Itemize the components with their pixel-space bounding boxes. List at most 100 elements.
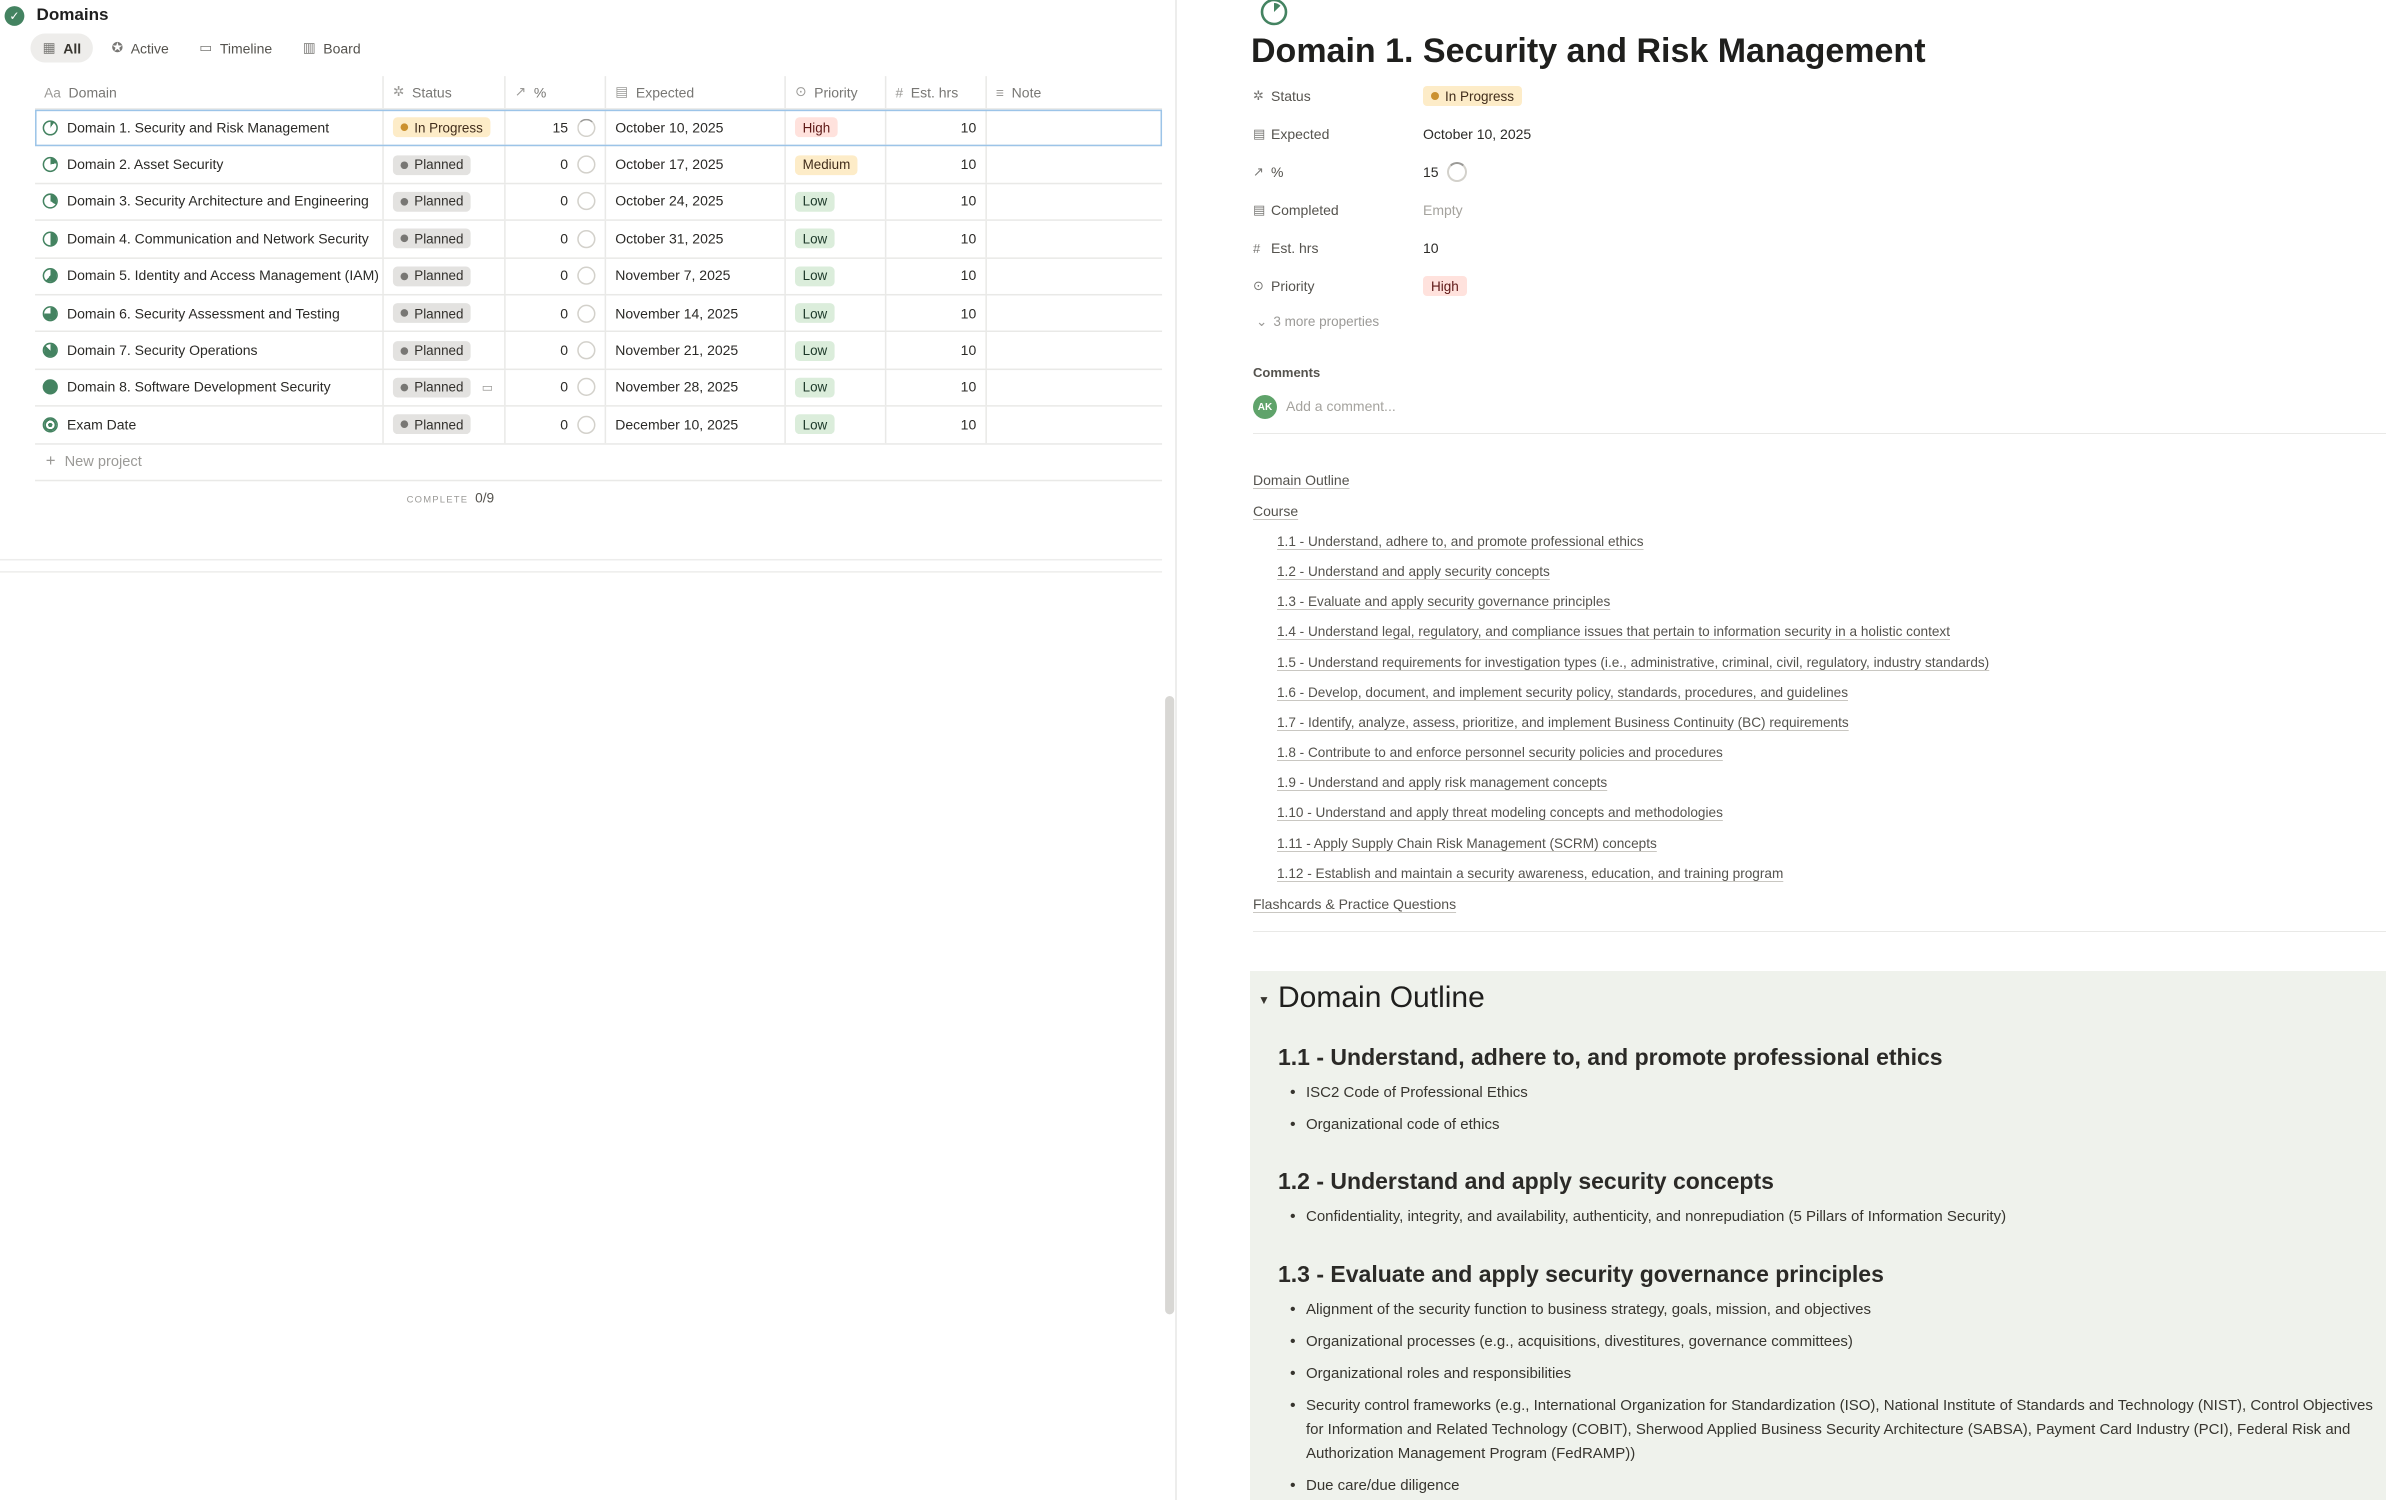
toc-link[interactable]: 1.11 - Apply Supply Chain Risk Managemen…: [1277, 836, 1657, 851]
property-label[interactable]: ⊙ Priority: [1253, 278, 1423, 294]
property-value[interactable]: In Progress: [1423, 86, 1523, 106]
progress-pie-icon[interactable]: [1259, 0, 1289, 26]
property-label[interactable]: ↗%: [1253, 164, 1423, 180]
priority-badge[interactable]: Low: [795, 266, 835, 286]
toc-link[interactable]: 1.7 - Identify, analyze, assess, priorit…: [1277, 715, 1849, 730]
expected-cell[interactable]: October 24, 2025: [606, 183, 786, 220]
priority-badge[interactable]: High: [795, 117, 838, 138]
note-cell[interactable]: [987, 184, 1162, 220]
note-cell[interactable]: [987, 333, 1162, 369]
more-properties-toggle[interactable]: ⌄ 3 more properties: [1256, 314, 1379, 330]
toc-link-flashcards[interactable]: Flashcards & Practice Questions: [1253, 896, 1456, 912]
status-badge[interactable]: Planned: [392, 340, 472, 361]
toc-link[interactable]: 1.5 - Understand requirements for invest…: [1277, 655, 1989, 670]
est-hrs-cell[interactable]: 10: [886, 221, 987, 257]
priority-badge[interactable]: Low: [795, 191, 835, 212]
est-hrs-cell[interactable]: 10: [886, 258, 987, 294]
property-label[interactable]: ▤ Completed: [1253, 202, 1423, 218]
domain-name[interactable]: Domain 8. Software Development Security: [67, 380, 331, 395]
column-header-domain[interactable]: Aa Domain: [35, 76, 384, 109]
est-hrs-cell[interactable]: 10: [886, 146, 987, 183]
status-badge[interactable]: Planned: [392, 191, 472, 212]
domain-name[interactable]: Domain 2. Asset Security: [67, 157, 223, 172]
est-hrs-cell[interactable]: 10: [886, 332, 987, 369]
note-cell[interactable]: [987, 110, 1162, 146]
table-row[interactable]: Domain 3. Security Architecture and Engi…: [35, 183, 1163, 222]
property-value[interactable]: October 10, 2025: [1423, 126, 1531, 142]
status-badge[interactable]: Planned: [392, 266, 472, 286]
expected-cell[interactable]: November 14, 2025: [606, 295, 786, 332]
note-cell[interactable]: [987, 258, 1162, 294]
property-value[interactable]: 15: [1423, 162, 1467, 182]
expected-cell[interactable]: October 31, 2025: [606, 221, 786, 257]
outline-heading[interactable]: Domain Outline: [1278, 981, 1485, 1015]
toc-link[interactable]: 1.2 - Understand and apply security conc…: [1277, 564, 1550, 579]
view-tab-board[interactable]: ▥ Board: [291, 34, 373, 63]
toc-link[interactable]: 1.4 - Understand legal, regulatory, and …: [1277, 624, 1950, 639]
priority-badge[interactable]: Low: [795, 414, 835, 435]
property-label[interactable]: # Est. hrs: [1253, 240, 1423, 256]
column-header-status[interactable]: ✲ Status: [384, 76, 506, 109]
table-row[interactable]: Domain 2. Asset Security Planned 0 Octob…: [35, 146, 1163, 184]
comment-input[interactable]: Add a comment...: [1286, 398, 1396, 414]
column-header-expected[interactable]: ▤ Expected: [606, 76, 786, 109]
scrollbar[interactable]: [1165, 696, 1175, 1315]
toggle-triangle-icon[interactable]: ▼: [1258, 993, 1270, 1007]
status-badge[interactable]: Planned: [392, 414, 472, 435]
expected-cell[interactable]: October 10, 2025: [606, 109, 786, 146]
note-cell[interactable]: [987, 407, 1162, 443]
priority-badge[interactable]: Low: [795, 377, 835, 398]
priority-badge[interactable]: Medium: [795, 154, 858, 175]
table-row[interactable]: Domain 8. Software Development Security …: [35, 369, 1163, 407]
status-badge[interactable]: Planned: [392, 303, 472, 324]
toc-link[interactable]: 1.1 - Understand, adhere to, and promote…: [1277, 534, 1644, 549]
priority-badge[interactable]: Low: [795, 228, 835, 249]
view-tab-active[interactable]: ✪ Active: [99, 34, 181, 63]
note-cell[interactable]: [987, 221, 1162, 257]
column-header-percent[interactable]: ↗%: [506, 76, 607, 109]
est-hrs-cell[interactable]: 10: [886, 406, 987, 443]
table-row[interactable]: Domain 4. Communication and Network Secu…: [35, 221, 1163, 259]
table-row[interactable]: Exam Date Planned 0 December 10, 2025 Lo…: [35, 406, 1163, 444]
est-hrs-cell[interactable]: 10: [886, 369, 987, 406]
page-title[interactable]: Domain 1. Security and Risk Management: [1251, 32, 1926, 71]
property-label[interactable]: ✲ Status: [1253, 88, 1423, 104]
toc-link[interactable]: 1.6 - Develop, document, and implement s…: [1277, 685, 1848, 700]
table-summary[interactable]: COMPLETE 0/9: [407, 490, 495, 505]
property-label[interactable]: ▤ Expected: [1253, 126, 1423, 142]
domain-name[interactable]: Domain 5. Identity and Access Management…: [67, 268, 379, 283]
column-header-note[interactable]: ≡ Note: [987, 76, 1162, 108]
expected-cell[interactable]: November 21, 2025: [606, 332, 786, 369]
toc-link[interactable]: 1.9 - Understand and apply risk manageme…: [1277, 775, 1607, 790]
expected-cell[interactable]: October 17, 2025: [606, 146, 786, 183]
expected-cell[interactable]: December 10, 2025: [606, 406, 786, 443]
toc-link[interactable]: 1.10 - Understand and apply threat model…: [1277, 805, 1723, 820]
priority-badge[interactable]: Low: [795, 303, 835, 324]
toc-link[interactable]: 1.3 - Evaluate and apply security govern…: [1277, 594, 1610, 609]
note-cell[interactable]: [987, 147, 1162, 183]
expected-cell[interactable]: November 28, 2025: [606, 369, 786, 406]
status-badge[interactable]: Planned: [392, 228, 472, 249]
domain-name[interactable]: Exam Date: [67, 417, 136, 432]
column-header-priority[interactable]: ⊙ Priority: [786, 76, 887, 109]
est-hrs-cell[interactable]: 10: [886, 109, 987, 146]
domain-name[interactable]: Domain 7. Security Operations: [67, 343, 258, 358]
property-value[interactable]: High: [1423, 276, 1467, 296]
domain-name[interactable]: Domain 6. Security Assessment and Testin…: [67, 306, 340, 321]
view-tab-timeline[interactable]: ▭ Timeline: [187, 34, 284, 63]
note-cell[interactable]: [987, 370, 1162, 406]
priority-badge[interactable]: Low: [795, 340, 835, 361]
priority-badge[interactable]: High: [1423, 276, 1467, 296]
toc-link[interactable]: 1.8 - Contribute to and enforce personne…: [1277, 745, 1723, 760]
table-row[interactable]: Domain 7. Security Operations Planned 0 …: [35, 332, 1163, 370]
property-value[interactable]: Empty: [1423, 202, 1463, 218]
toc-link-course[interactable]: Course: [1253, 503, 1298, 519]
toc-link[interactable]: 1.12 - Establish and maintain a security…: [1277, 866, 1783, 881]
status-badge[interactable]: In Progress: [392, 117, 491, 138]
property-value[interactable]: 10: [1423, 240, 1439, 256]
est-hrs-cell[interactable]: 10: [886, 295, 987, 332]
comment-icon[interactable]: ▭: [482, 381, 494, 395]
status-badge[interactable]: In Progress: [1423, 86, 1523, 106]
column-header-est-hrs[interactable]: # Est. hrs: [886, 76, 987, 109]
new-project-button[interactable]: + New project: [35, 444, 1163, 481]
